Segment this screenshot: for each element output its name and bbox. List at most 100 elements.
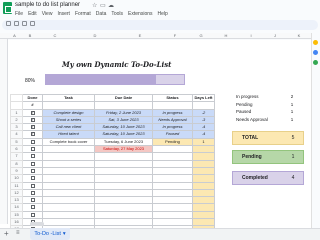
task-cell[interactable] bbox=[42, 181, 95, 190]
days-left-cell[interactable] bbox=[192, 174, 215, 183]
menu-item-tools[interactable]: Tools bbox=[111, 11, 123, 17]
done-cell[interactable] bbox=[22, 210, 43, 220]
due-date-cell[interactable] bbox=[94, 196, 153, 205]
due-date-cell[interactable] bbox=[94, 218, 153, 227]
column-header-k[interactable]: K bbox=[288, 33, 310, 38]
done-checkbox[interactable] bbox=[30, 132, 35, 137]
days-left-cell[interactable] bbox=[192, 145, 215, 154]
status-cell[interactable] bbox=[152, 152, 193, 161]
task-cell[interactable] bbox=[42, 188, 95, 198]
done-checkbox[interactable] bbox=[30, 205, 35, 210]
menu-item-help[interactable]: Help bbox=[158, 11, 168, 17]
column-header-g[interactable]: G bbox=[190, 33, 212, 38]
status-cell[interactable] bbox=[152, 159, 193, 168]
days-left-cell[interactable]: -2 bbox=[192, 108, 215, 117]
status-cell[interactable]: Paused bbox=[152, 130, 193, 139]
due-date-cell[interactable]: Friday, 2 June 2023 bbox=[94, 108, 153, 117]
status-cell[interactable] bbox=[152, 218, 193, 227]
column-header-a[interactable]: A bbox=[9, 33, 20, 38]
status-cell[interactable] bbox=[152, 210, 193, 220]
done-checkbox[interactable] bbox=[30, 154, 35, 159]
done-cell[interactable] bbox=[22, 159, 43, 168]
task-cell[interactable] bbox=[42, 159, 95, 168]
done-checkbox[interactable] bbox=[30, 110, 35, 115]
print-icon[interactable] bbox=[22, 21, 27, 26]
done-checkbox[interactable] bbox=[30, 117, 35, 123]
task-cell[interactable]: Hired talent bbox=[42, 130, 95, 139]
done-cell[interactable] bbox=[22, 166, 43, 176]
status-cell[interactable] bbox=[152, 203, 193, 212]
days-left-cell[interactable] bbox=[192, 210, 215, 220]
task-cell[interactable] bbox=[42, 145, 95, 154]
due-date-cell[interactable] bbox=[94, 188, 153, 198]
status-cell[interactable] bbox=[152, 145, 193, 154]
done-cell[interactable] bbox=[22, 196, 43, 205]
status-cell[interactable] bbox=[152, 174, 193, 183]
done-cell[interactable] bbox=[22, 123, 43, 132]
sheets-logo-icon[interactable] bbox=[3, 2, 12, 14]
due-date-cell[interactable]: Saturday, 10 June 2023 bbox=[94, 123, 153, 132]
done-checkbox[interactable] bbox=[30, 125, 35, 130]
done-cell[interactable] bbox=[22, 108, 43, 117]
task-cell[interactable]: Shoot a series bbox=[42, 115, 95, 125]
done-checkbox[interactable] bbox=[30, 212, 35, 217]
days-left-cell[interactable] bbox=[192, 188, 215, 198]
done-checkbox[interactable] bbox=[30, 176, 35, 181]
done-checkbox[interactable] bbox=[30, 198, 35, 203]
due-date-cell[interactable] bbox=[94, 159, 153, 168]
status-cell[interactable]: Needs Approval bbox=[152, 115, 193, 125]
days-left-cell[interactable]: -4 bbox=[192, 130, 215, 139]
star-icon[interactable]: ☆ bbox=[92, 2, 97, 9]
done-cell[interactable] bbox=[22, 181, 43, 190]
done-cell[interactable] bbox=[22, 203, 43, 212]
cloud-status-icon[interactable]: ☁ bbox=[108, 2, 114, 9]
column-header-c[interactable]: C bbox=[40, 33, 70, 38]
add-sheet-button[interactable]: + bbox=[4, 229, 9, 239]
status-cell[interactable]: In progress bbox=[152, 123, 193, 132]
move-folder-icon[interactable]: ▭ bbox=[100, 2, 106, 9]
task-cell[interactable]: Call new client bbox=[42, 123, 95, 132]
due-date-cell[interactable]: Sat, 3 June 2023 bbox=[94, 115, 153, 125]
menu-item-insert[interactable]: Insert bbox=[57, 11, 70, 17]
done-cell[interactable] bbox=[22, 137, 43, 147]
due-date-cell[interactable] bbox=[94, 166, 153, 176]
task-cell[interactable]: Complete design bbox=[42, 108, 95, 117]
status-cell[interactable] bbox=[152, 196, 193, 205]
column-header-i[interactable]: I bbox=[240, 33, 262, 38]
status-cell[interactable]: Pending bbox=[152, 137, 193, 147]
done-cell[interactable] bbox=[22, 152, 43, 161]
days-left-cell[interactable] bbox=[192, 218, 215, 227]
contacts-icon[interactable] bbox=[313, 60, 318, 65]
done-checkbox[interactable] bbox=[30, 161, 35, 166]
done-checkbox[interactable] bbox=[30, 147, 35, 152]
all-sheets-button[interactable]: ≡ bbox=[16, 230, 20, 236]
done-checkbox[interactable] bbox=[30, 190, 35, 195]
task-cell[interactable] bbox=[42, 218, 95, 227]
due-date-cell[interactable] bbox=[94, 174, 153, 183]
due-date-cell[interactable] bbox=[94, 203, 153, 212]
days-left-cell[interactable]: -4 bbox=[192, 123, 215, 132]
due-date-cell[interactable] bbox=[94, 181, 153, 190]
menu-item-file[interactable]: File bbox=[15, 11, 23, 17]
sheet-tab-todo-list[interactable]: To-Do -List ▾ bbox=[30, 228, 70, 240]
menu-item-extensions[interactable]: Extensions bbox=[128, 11, 152, 17]
done-checkbox[interactable] bbox=[30, 168, 35, 173]
paint-format-icon[interactable] bbox=[30, 21, 35, 26]
status-cell[interactable] bbox=[152, 188, 193, 198]
done-cell[interactable] bbox=[22, 145, 43, 154]
horizontal-scrollbar[interactable] bbox=[30, 222, 44, 226]
status-cell[interactable]: In progress bbox=[152, 108, 193, 117]
menu-item-view[interactable]: View bbox=[42, 11, 53, 17]
days-left-cell[interactable] bbox=[192, 152, 215, 161]
due-date-cell[interactable]: Saturday, 10 June 2023 bbox=[94, 130, 153, 139]
status-cell[interactable] bbox=[152, 166, 193, 176]
days-left-cell[interactable]: -3 bbox=[192, 115, 215, 125]
document-title[interactable]: sample to do list planner bbox=[15, 2, 80, 8]
task-cell[interactable] bbox=[42, 196, 95, 205]
days-left-cell[interactable] bbox=[192, 159, 215, 168]
days-left-cell[interactable] bbox=[192, 181, 215, 190]
redo-icon[interactable] bbox=[14, 21, 19, 26]
days-left-cell[interactable]: 1 bbox=[192, 137, 215, 147]
column-header-f[interactable]: F bbox=[160, 33, 190, 38]
tasks-icon[interactable] bbox=[313, 50, 318, 55]
